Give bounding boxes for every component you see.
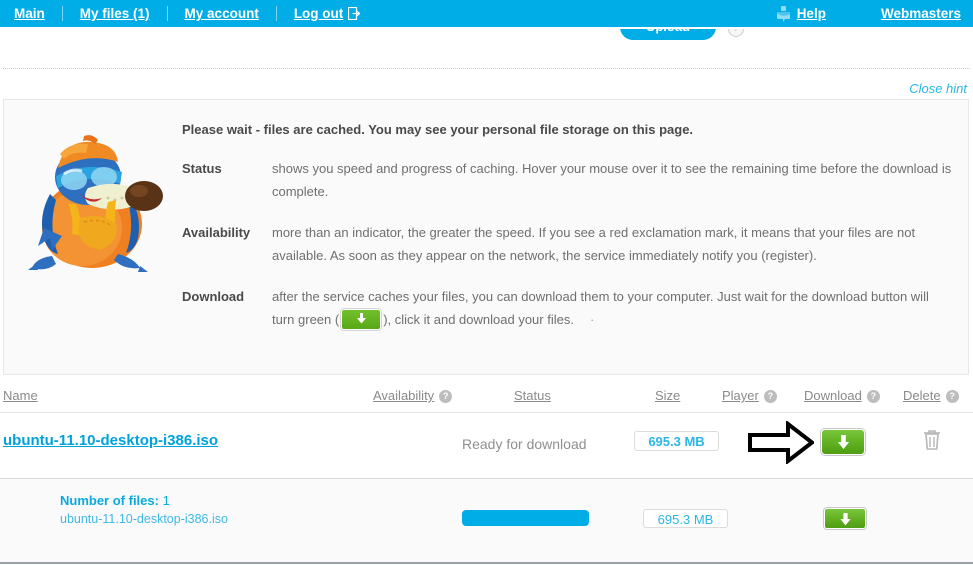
column-header-name[interactable]: Name: [3, 388, 38, 403]
help-chat-icon: [776, 5, 790, 22]
download-arrow-icon: [341, 309, 382, 331]
annotation-arrow-icon: [748, 419, 816, 466]
file-size-badge: 695.3 MB: [634, 431, 719, 451]
hint-def-download: after the service caches your files, you…: [272, 285, 952, 331]
column-header-player[interactable]: Player?: [722, 388, 777, 403]
nav-left-group: Main My files (1) My account Log out: [14, 0, 361, 27]
summary-files-value: 1: [162, 493, 170, 508]
page-bottom-divider: [0, 562, 973, 564]
column-header-status[interactable]: Status: [514, 388, 551, 403]
mascot-mole-icon: [22, 132, 172, 277]
column-header-availability-label: Availability: [373, 388, 435, 403]
hint-row-download: Download after the service caches your f…: [182, 285, 952, 331]
webmasters-link[interactable]: Webmasters: [881, 6, 961, 21]
close-hint-link[interactable]: Close hint: [909, 81, 967, 96]
column-header-size[interactable]: Size: [655, 388, 680, 403]
summary-file-name: ubuntu-11.10-desktop-i386.iso: [60, 512, 228, 526]
file-table-header: Name Availability? Status Size Player? D…: [0, 388, 973, 410]
delete-button[interactable]: [921, 428, 943, 452]
logout-icon: [348, 6, 361, 23]
nav-item-main[interactable]: Main: [14, 6, 45, 21]
file-name-link[interactable]: ubuntu-11.10-desktop-i386.iso: [3, 432, 218, 449]
file-status-text: Ready for download: [462, 436, 587, 452]
availability-help-icon[interactable]: ?: [439, 390, 453, 403]
hint-term-availability: Availability: [182, 225, 251, 240]
nav-item-my-account[interactable]: My account: [185, 6, 259, 21]
delete-help-icon[interactable]: ?: [945, 390, 959, 403]
player-help-icon[interactable]: ?: [763, 390, 777, 403]
summary-files-count: Number of files: 1: [60, 493, 170, 508]
progress-bar: [462, 510, 589, 526]
hint-term-download: Download: [182, 289, 245, 304]
hint-content: Please wait - files are cached. You may …: [182, 122, 952, 349]
download-button[interactable]: [821, 429, 865, 455]
nav-divider: [275, 6, 277, 21]
hint-panel: Please wait - files are cached. You may …: [3, 99, 969, 375]
hint-row-availability: Availability more than an indicator, the…: [182, 221, 952, 267]
nav-item-log-out[interactable]: Log out: [294, 6, 343, 21]
column-header-download-label: Download: [804, 388, 862, 403]
nav-right-group: Help Webmasters: [776, 0, 961, 27]
hint-download-text-after: ), click it and download your files.: [383, 312, 574, 327]
summary-size-badge: 695.3 MB: [643, 509, 728, 528]
help-group[interactable]: Help: [776, 5, 826, 22]
summary-files-label: Number of files:: [60, 493, 159, 508]
hint-def-status: shows you speed and progress of caching.…: [272, 161, 952, 199]
column-header-player-label: Player: [722, 388, 759, 403]
hint-term-status: Status: [182, 161, 222, 176]
column-header-availability[interactable]: Availability?: [373, 388, 453, 403]
nav-divider: [61, 6, 63, 21]
section-divider: [3, 68, 970, 69]
summary-download-button[interactable]: [824, 508, 866, 529]
hint-def-availability: more than an indicator, the greater the …: [272, 225, 916, 263]
help-link[interactable]: Help: [797, 6, 826, 21]
top-navigation-bar: Main My files (1) My account Log out Hel…: [0, 0, 973, 29]
hint-trailing-dot: ·: [589, 312, 595, 327]
nav-divider: [166, 6, 168, 21]
column-header-delete-label: Delete: [903, 388, 941, 403]
nav-item-my-files[interactable]: My files (1): [80, 6, 150, 21]
hint-title: Please wait - files are cached. You may …: [182, 122, 694, 137]
download-help-icon[interactable]: ?: [866, 390, 880, 403]
column-header-delete[interactable]: Delete?: [903, 388, 959, 403]
column-header-download[interactable]: Download?: [804, 388, 880, 403]
hint-row-status: Status shows you speed and progress of c…: [182, 157, 952, 203]
